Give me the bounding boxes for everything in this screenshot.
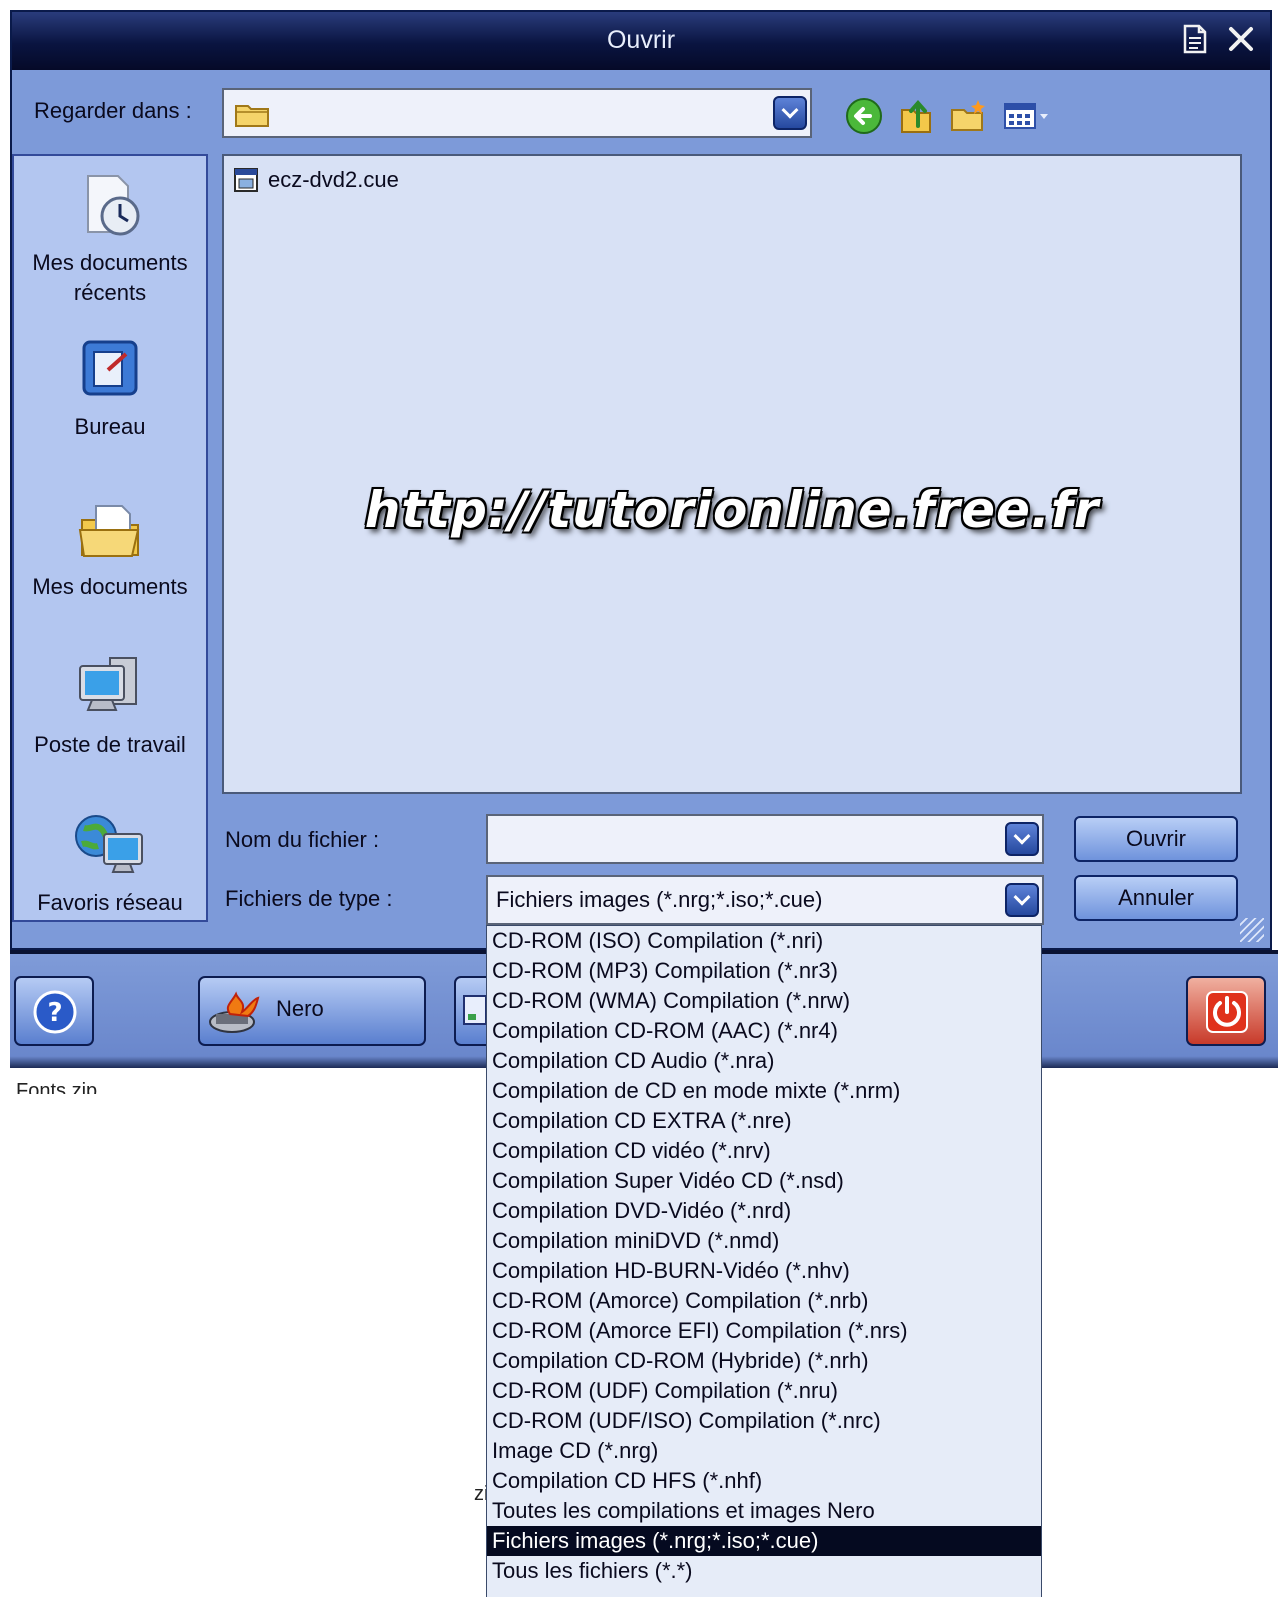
filetype-option[interactable]: Compilation DVD-Vidéo (*.nrd)	[487, 1196, 1041, 1226]
file-name: ecz-dvd2.cue	[268, 167, 399, 192]
filetype-option[interactable]: CD-ROM (UDF) Compilation (*.nru)	[487, 1376, 1041, 1406]
filetype-option[interactable]: CD-ROM (Amorce) Compilation (*.nrb)	[487, 1286, 1041, 1316]
chevron-down-icon[interactable]	[773, 96, 807, 130]
nero-button[interactable]: Nero	[198, 976, 426, 1046]
place-my-documents[interactable]: Mes documents	[14, 494, 206, 602]
place-label: Favoris réseau	[37, 890, 183, 915]
title-bar[interactable]: Ouvrir	[12, 12, 1270, 70]
look-in-label: Regarder dans :	[34, 98, 192, 123]
view-menu-icon[interactable]	[1002, 96, 1052, 136]
network-places-icon	[75, 815, 143, 873]
power-button[interactable]	[1186, 976, 1266, 1046]
help-button[interactable]: ?	[14, 976, 94, 1046]
my-computer-icon	[79, 657, 137, 711]
filetype-option[interactable]: Fichiers images (*.nrg;*.iso;*.cue)	[487, 1526, 1041, 1556]
place-desktop[interactable]: Bureau	[14, 334, 206, 442]
places-bar: Mes documents récents Bureau Mes documen…	[12, 154, 208, 922]
watermark: http://tutorionline.free.fr	[364, 481, 1100, 539]
filetype-option[interactable]: Compilation CD vidéo (*.nrv)	[487, 1136, 1041, 1166]
filetype-option[interactable]: CD-ROM (MP3) Compilation (*.nr3)	[487, 956, 1041, 986]
place-recent-documents[interactable]: Mes documents récents	[14, 170, 206, 308]
filetype-option[interactable]: Compilation CD HFS (*.nhf)	[487, 1466, 1041, 1496]
place-label: Mes documents	[32, 574, 188, 599]
filetype-option[interactable]: Compilation Super Vidéo CD (*.nsd)	[487, 1166, 1041, 1196]
up-folder-icon[interactable]	[896, 96, 936, 136]
desktop-icon	[82, 340, 138, 396]
cue-file-icon	[234, 168, 258, 192]
filetype-option[interactable]: CD-ROM (Amorce EFI) Compilation (*.nrs)	[487, 1316, 1041, 1346]
nero-label: Nero	[276, 996, 324, 1021]
open-button[interactable]: Ouvrir	[1074, 816, 1238, 862]
svg-text:?: ?	[47, 998, 62, 1028]
close-icon[interactable]	[1224, 24, 1258, 58]
my-documents-icon	[78, 505, 140, 557]
back-icon[interactable]	[844, 96, 884, 136]
filetype-option[interactable]: CD-ROM (WMA) Compilation (*.nrw)	[487, 986, 1041, 1016]
filetype-value: Fichiers images (*.nrg;*.iso;*.cue)	[496, 887, 823, 912]
filetype-option[interactable]: Compilation de CD en mode mixte (*.nrm)	[487, 1076, 1041, 1106]
filetype-label: Fichiers de type :	[225, 886, 393, 911]
place-label: Mes documents récents	[32, 250, 188, 305]
open-dialog: Ouvrir Regarder dans : Mes documents réc…	[10, 10, 1272, 950]
cancel-button[interactable]: Annuler	[1074, 875, 1238, 921]
place-my-computer[interactable]: Poste de travail	[14, 652, 206, 760]
filetype-option[interactable]: Compilation miniDVD (*.nmd)	[487, 1226, 1041, 1256]
filename-label: Nom du fichier :	[225, 827, 380, 852]
filetype-option[interactable]: Toutes les compilations et images Nero	[487, 1496, 1041, 1526]
filetype-option[interactable]: Compilation HD-BURN-Vidéo (*.nhv)	[487, 1256, 1041, 1286]
filetype-option[interactable]: Image CD (*.nrg)	[487, 1436, 1041, 1466]
nero-logo-icon	[209, 991, 260, 1033]
filename-input[interactable]	[486, 814, 1044, 864]
new-folder-icon[interactable]	[948, 96, 988, 136]
page-icon[interactable]	[1178, 24, 1212, 58]
dialog-title: Ouvrir	[606, 26, 676, 54]
background-file-label: Fonts.zip	[16, 1080, 98, 1094]
filetype-select[interactable]: Fichiers images (*.nrg;*.iso;*.cue)	[486, 875, 1044, 925]
filetype-option[interactable]: Compilation CD EXTRA (*.nre)	[487, 1106, 1041, 1136]
folder-icon	[234, 100, 270, 133]
filetype-option[interactable]: Compilation CD-ROM (AAC) (*.nr4)	[487, 1016, 1041, 1046]
filetype-option[interactable]: Tous les fichiers (*.*)	[487, 1556, 1041, 1586]
chevron-down-icon[interactable]	[1005, 883, 1039, 917]
filetype-option[interactable]: Compilation CD-ROM (Hybride) (*.nrh)	[487, 1346, 1041, 1376]
power-icon	[1206, 991, 1248, 1033]
place-label: Bureau	[74, 414, 146, 439]
place-label: Poste de travail	[34, 732, 186, 757]
file-list[interactable]: ecz-dvd2.cue http://tutorionline.free.fr	[222, 154, 1242, 794]
resize-grip[interactable]	[1240, 918, 1264, 942]
filetype-dropdown-list[interactable]: CD-ROM (ISO) Compilation (*.nri) CD-ROM (…	[486, 925, 1042, 1597]
look-in-combo[interactable]	[222, 88, 812, 138]
filetype-option[interactable]: CD-ROM (UDF/ISO) Compilation (*.nrc)	[487, 1406, 1041, 1436]
file-item[interactable]: ecz-dvd2.cue	[232, 166, 399, 194]
filetype-option[interactable]: CD-ROM (ISO) Compilation (*.nri)	[487, 926, 1041, 956]
filetype-option[interactable]: Compilation CD Audio (*.nra)	[487, 1046, 1041, 1076]
chevron-down-icon[interactable]	[1005, 822, 1039, 856]
help-icon: ?	[33, 990, 77, 1034]
place-network[interactable]: Favoris réseau	[14, 810, 206, 918]
recent-documents-icon	[87, 175, 140, 236]
